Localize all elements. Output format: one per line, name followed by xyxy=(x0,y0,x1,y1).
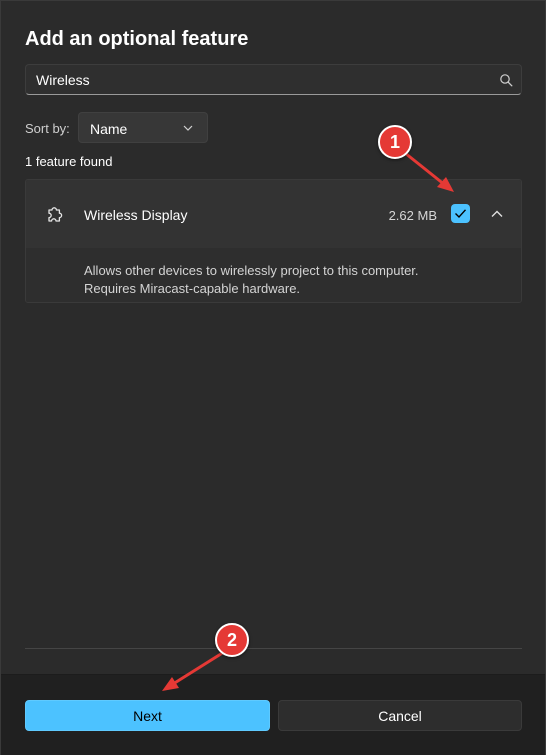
sort-label: Sort by: xyxy=(25,121,70,136)
feature-description: Allows other devices to wirelessly proje… xyxy=(84,262,419,298)
feature-checkbox[interactable] xyxy=(451,204,470,223)
sort-selected-value: Name xyxy=(90,121,128,137)
feature-item: Wireless Display 2.62 MB Allows other de… xyxy=(25,179,522,303)
dialog-title: Add an optional feature xyxy=(25,28,249,50)
annotation-step-2: 2 xyxy=(215,623,249,657)
description-line-1: Allows other devices to wirelessly proje… xyxy=(84,263,419,278)
feature-header[interactable]: Wireless Display 2.62 MB xyxy=(26,180,521,249)
feature-name: Wireless Display xyxy=(84,207,188,223)
sort-dropdown[interactable]: Name xyxy=(78,112,208,143)
search-icon[interactable] xyxy=(499,73,513,87)
dialog-footer: Next Cancel xyxy=(1,674,545,755)
description-line-2: Requires Miracast-capable hardware. xyxy=(84,281,301,296)
annotation-step-1: 1 xyxy=(378,125,412,159)
next-button[interactable]: Next xyxy=(25,700,270,731)
results-count: 1 feature found xyxy=(25,154,113,169)
feature-details: Allows other devices to wirelessly proje… xyxy=(26,248,521,302)
chevron-down-icon xyxy=(183,125,193,131)
chevron-up-icon[interactable] xyxy=(491,209,503,219)
puzzle-piece-icon xyxy=(48,207,63,222)
cancel-button[interactable]: Cancel xyxy=(278,700,522,731)
search-box[interactable] xyxy=(25,64,522,95)
checkmark-icon xyxy=(455,209,467,219)
add-optional-feature-dialog: Add an optional feature Sort by: Name 1 … xyxy=(0,0,546,755)
search-input[interactable] xyxy=(36,65,476,94)
feature-size: 2.62 MB xyxy=(388,208,437,223)
footer-divider xyxy=(25,648,522,649)
